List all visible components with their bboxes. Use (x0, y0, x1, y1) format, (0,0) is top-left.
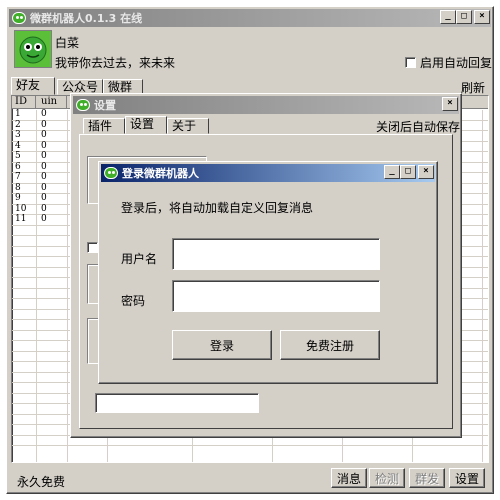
maximize-button[interactable]: □ (456, 10, 472, 24)
cell-uin: 0 (41, 140, 47, 151)
register-button[interactable]: 免费注册 (280, 330, 380, 360)
cell-id: 1 (15, 109, 21, 119)
tab-friends-label: 好友 (16, 78, 41, 92)
auto-reply-label: 启用自动回复 (420, 56, 493, 70)
cell-id: 5 (15, 151, 21, 161)
wechat-icon (104, 167, 118, 179)
register-button-label: 免费注册 (305, 338, 354, 353)
settings-window-title: 设置 (94, 99, 116, 112)
tab-settings-label: 设置 (130, 117, 155, 131)
tab-settings[interactable]: 设置 (125, 116, 167, 134)
settings-option-checkbox[interactable] (87, 240, 98, 253)
cell-id: 11 (15, 214, 27, 224)
avatar[interactable] (14, 30, 52, 68)
username-input[interactable] (172, 238, 380, 270)
cell-uin: 0 (41, 172, 47, 182)
settings-button-label: 设置 (454, 471, 479, 486)
cell-uin: 0 (41, 161, 47, 172)
login-dialog: 登录微群机器人 _ □ × 登录后，将自动加载自定义回复消息 用户名 密码 登录… (98, 161, 438, 384)
settings-caption-buttons: × (440, 97, 458, 111)
login-dialog-title: 登录微群机器人 (122, 167, 199, 180)
column-header-uin[interactable]: uin (37, 96, 67, 109)
nickname: 白菜 (55, 36, 80, 50)
cell-id: 9 (15, 193, 21, 203)
login-maximize-button[interactable]: □ (400, 165, 416, 179)
login-button-label: 登录 (209, 338, 234, 353)
auto-reply-checkbox[interactable]: 启用自动回复 (405, 54, 492, 71)
close-button[interactable]: × (474, 10, 490, 24)
broadcast-button-label: 群发 (414, 471, 439, 486)
tab-official-label: 公众号 (62, 80, 99, 94)
login-button[interactable]: 登录 (172, 330, 272, 360)
broadcast-button: 群发 (409, 468, 445, 488)
settings-close-button[interactable]: × (442, 97, 458, 111)
autosave-label: 关闭后自动保存 (376, 120, 461, 134)
password-label: 密码 (121, 294, 146, 308)
tab-plugins-label: 插件 (88, 119, 113, 133)
messages-button-label: 消息 (336, 471, 361, 486)
cell-uin: 0 (41, 203, 47, 214)
cell-uin: 0 (41, 151, 47, 161)
cell-uin: 0 (41, 119, 47, 130)
tab-groups-label: 微群 (108, 80, 133, 94)
detect-button-label: 检测 (374, 471, 399, 486)
cell-uin: 0 (41, 214, 47, 224)
main-window-title: 微群机器人0.1.3 在线 (30, 12, 143, 25)
settings-text-field[interactable] (95, 393, 259, 413)
messages-button[interactable]: 消息 (331, 468, 367, 488)
tab-friends[interactable]: 好友 (11, 77, 55, 95)
cell-uin: 0 (41, 130, 47, 140)
wechat-icon (12, 12, 26, 24)
settings-button[interactable]: 设置 (449, 468, 485, 488)
tab-about-label: 关于 (172, 119, 197, 133)
status-text: 永久免费 (17, 475, 66, 489)
detect-button: 检测 (369, 468, 405, 488)
checkbox-box[interactable] (405, 57, 416, 68)
settings-title-bar[interactable]: 设置 × (73, 96, 459, 114)
password-input[interactable] (172, 280, 380, 312)
username-label: 用户名 (121, 252, 158, 266)
cell-id: 3 (15, 130, 21, 140)
tab-plugins[interactable]: 插件 (83, 118, 125, 134)
column-header-id[interactable]: ID (12, 96, 36, 109)
cell-id: 10 (15, 203, 27, 214)
login-caption-buttons: _ □ × (384, 165, 434, 179)
cell-id: 7 (15, 172, 21, 182)
login-title-bar[interactable]: 登录微群机器人 _ □ × (101, 164, 435, 182)
signature: 我带你去过去，来未来 (55, 56, 176, 70)
cell-uin: 0 (41, 182, 47, 193)
wechat-icon (76, 99, 90, 111)
cell-id: 4 (15, 140, 21, 151)
main-caption-buttons: _ □ × (440, 10, 490, 24)
cell-id: 6 (15, 161, 21, 172)
cell-id: 2 (15, 119, 21, 130)
login-minimize-button[interactable]: _ (384, 165, 400, 179)
cell-id: 8 (15, 182, 21, 193)
login-close-button[interactable]: × (418, 165, 434, 179)
refresh-link[interactable]: 刷新 (461, 79, 485, 96)
checkbox-box[interactable] (87, 241, 98, 253)
tab-about[interactable]: 关于 (167, 118, 209, 134)
login-info-text: 登录后，将自动加载自定义回复消息 (121, 201, 314, 215)
minimize-button[interactable]: _ (440, 10, 456, 24)
cell-uin: 0 (41, 109, 47, 119)
cell-uin: 0 (41, 193, 47, 203)
main-title-bar[interactable]: 微群机器人0.1.3 在线 _ □ × (9, 9, 491, 27)
